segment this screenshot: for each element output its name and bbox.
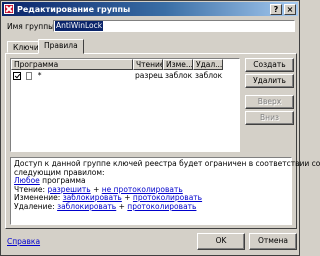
rule-program: * <box>37 71 42 80</box>
group-name-label: Имя группы: <box>7 22 57 31</box>
rules-list-header: Программа Чтение Изме... Удал... <box>11 59 239 70</box>
rule-enabled-checkbox[interactable] <box>13 72 21 80</box>
kaspersky-app-icon <box>4 4 14 14</box>
help-title-button[interactable]: ? <box>270 3 282 15</box>
delete-plus: + <box>116 201 128 211</box>
group-name-value: AntiWinLock <box>55 21 104 31</box>
ok-button[interactable]: OK <box>197 233 245 250</box>
rule-modify: заблок... <box>165 71 193 80</box>
title-bar[interactable]: Редактирование группы ? × <box>2 2 298 16</box>
delete-button[interactable]: Удалить <box>245 74 294 88</box>
cancel-button[interactable]: Отмена <box>249 233 297 250</box>
delete-action-link[interactable]: заблокировать <box>57 202 116 211</box>
window-title: Редактирование группы <box>17 4 131 14</box>
table-row[interactable]: * разреш... заблок... заблок... <box>11 70 239 81</box>
create-button[interactable]: Создать <box>245 58 294 72</box>
column-header-program[interactable]: Программа <box>11 59 133 70</box>
delete-label: Удаление: <box>14 201 58 211</box>
move-up-button[interactable]: Вверх <box>245 95 294 109</box>
rule-program-cell: * <box>11 70 133 81</box>
rule-description: Доступ к данной группе ключей реестра бу… <box>10 157 320 225</box>
rule-delete: заблок... <box>195 71 223 80</box>
rules-list[interactable]: Программа Чтение Изме... Удал... * разре… <box>10 58 240 152</box>
move-down-button[interactable]: Вниз <box>245 111 294 125</box>
close-title-button[interactable]: × <box>284 3 296 15</box>
group-name-input[interactable]: AntiWinLock <box>53 20 295 32</box>
rule-read: разреш... <box>135 71 163 80</box>
tab-rules[interactable]: Правила <box>38 39 84 54</box>
help-link[interactable]: Справка <box>7 237 40 246</box>
program-icon <box>26 72 33 80</box>
delete-log-link[interactable]: протоколировать <box>127 202 196 211</box>
column-header-modify[interactable]: Изме... <box>163 59 193 70</box>
edit-group-dialog: Редактирование группы ? × Имя группы: An… <box>0 0 320 256</box>
column-header-read[interactable]: Чтение <box>133 59 163 70</box>
column-header-delete[interactable]: Удал... <box>193 59 223 70</box>
description-delete-line: Удаление: заблокировать + протоколироват… <box>14 201 288 212</box>
